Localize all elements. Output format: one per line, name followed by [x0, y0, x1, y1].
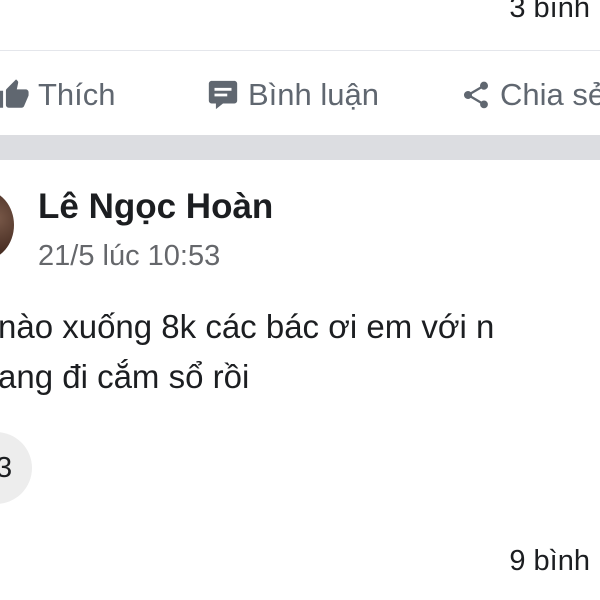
- post-author-name[interactable]: Lê Ngọc Hoàn: [38, 187, 273, 227]
- share-button[interactable]: Chia sẻ: [460, 70, 600, 120]
- previous-post-comment-count[interactable]: 3 bình: [509, 0, 590, 25]
- reaction-count[interactable]: 3: [0, 452, 12, 485]
- post-timestamp[interactable]: 21/5 lúc 10:53: [38, 240, 220, 273]
- post-comment-count[interactable]: 9 bình: [509, 545, 590, 578]
- post-body: nào xuống 8k các bác ơi em với n ang đi …: [0, 302, 600, 402]
- comment-bubble-icon: [208, 80, 238, 110]
- like-button[interactable]: Thích: [0, 70, 116, 120]
- post-separator: [0, 135, 600, 160]
- avatar[interactable]: [0, 190, 14, 260]
- post-body-line: nào xuống 8k các bác ơi em với n: [0, 308, 495, 345]
- post-action-bar: Thích Bình luận Chia sẻ: [0, 70, 600, 120]
- comment-button[interactable]: Bình luận: [206, 70, 379, 120]
- post-body-line: ang đi cắm sổ rồi: [0, 358, 250, 395]
- divider: [0, 50, 600, 51]
- share-icon: [463, 81, 489, 109]
- share-label: Chia sẻ: [500, 77, 600, 112]
- thumbs-up-icon: [0, 79, 29, 108]
- feed-viewport: 3 bình Thích Bình luận Chia sẻ Lê Ngọc H…: [0, 0, 600, 600]
- comment-label: Bình luận: [248, 77, 379, 112]
- like-label: Thích: [38, 77, 116, 112]
